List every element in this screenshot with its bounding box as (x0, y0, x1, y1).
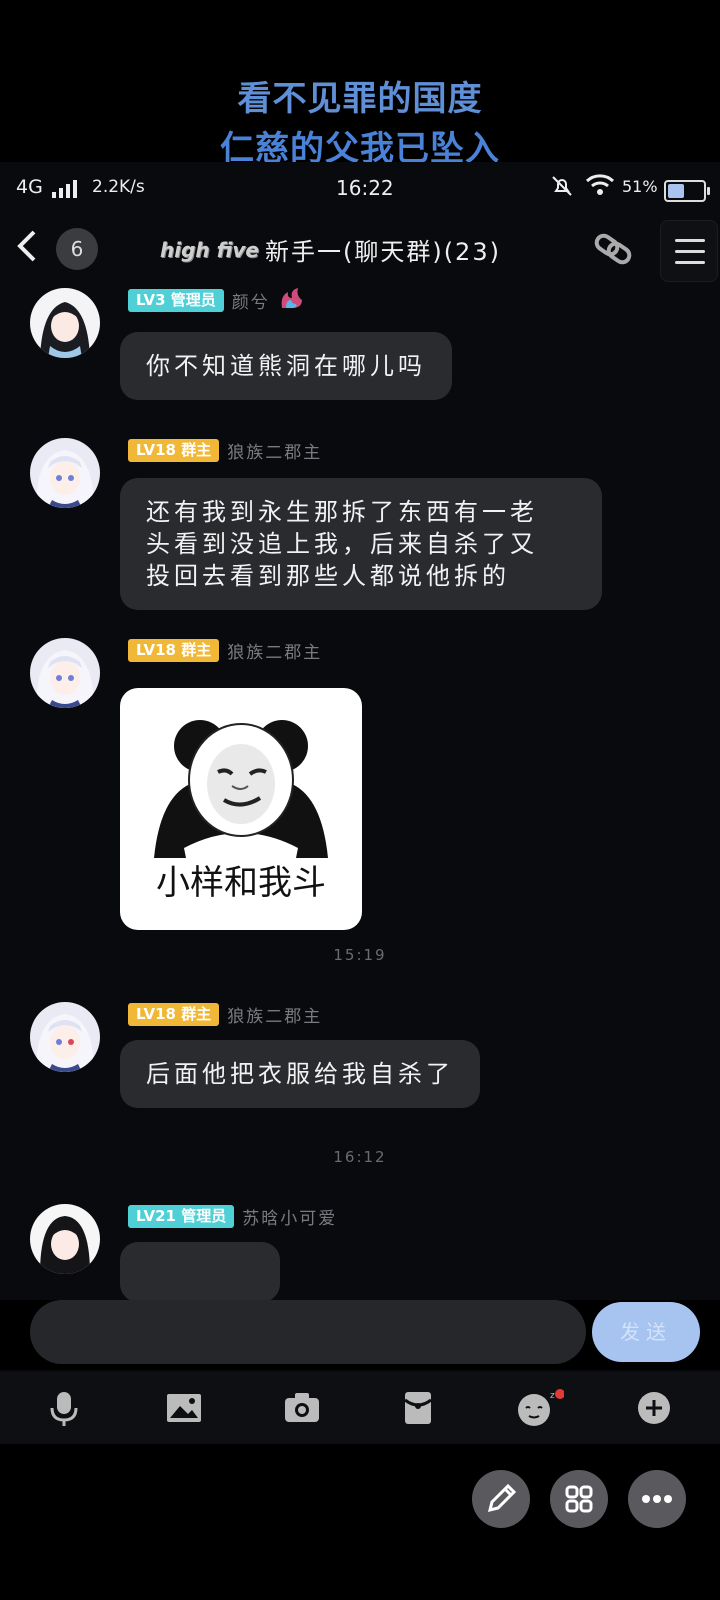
level-badge: LV3 管理员 (128, 288, 224, 312)
group-title: 新手一(聊天群)(23) (264, 238, 501, 266)
sticker-caption: 小样和我斗 (156, 863, 326, 903)
chat-list[interactable]: LV3 管理员 颜兮 你不知道熊洞在哪儿吗 LV18 群主 狼族二郡主 还有我到… (0, 288, 720, 1404)
battery-percent: 51% (622, 177, 658, 196)
avatar[interactable] (30, 638, 100, 708)
level-badge: LV21 管理员 (128, 1204, 235, 1228)
wifi-icon (585, 172, 615, 204)
edit-pencil-icon[interactable] (472, 1470, 530, 1528)
sender-meta: LV18 群主 狼族二郡主 (128, 638, 322, 663)
message-line: 还有我到永生那拆了东西有一老 (146, 498, 538, 526)
hamburger-menu-icon[interactable] (660, 220, 718, 282)
phone-screen: 4G 2.2K/s 16:22 51% 6 high five 新手一(聊天群)… (0, 162, 720, 1444)
panda-face-icon (154, 720, 328, 858)
message-bubble[interactable]: 后面他把衣服给我自杀了 (120, 1040, 480, 1108)
link-icon[interactable] (590, 226, 636, 272)
camera-icon[interactable] (282, 1388, 322, 1428)
avatar[interactable] (30, 1002, 100, 1072)
timestamp: 16:12 (333, 1148, 387, 1166)
image-icon[interactable] (164, 1388, 204, 1428)
message-bubble[interactable]: 你不知道熊洞在哪儿吗 (120, 332, 452, 400)
network-speed: 2.2K/s (92, 177, 145, 197)
battery-icon (664, 180, 710, 202)
svg-text:z: z (550, 1391, 555, 1401)
group-title-area[interactable]: high five 新手一(聊天群)(23) (160, 232, 501, 267)
emoji-icon[interactable]: z (516, 1388, 565, 1428)
sender-meta: LV21 管理员 苏晗小可爱 (128, 1204, 337, 1229)
network-type: 4G (16, 176, 43, 198)
panda-meme-sticker[interactable]: 小样和我斗 (120, 688, 362, 930)
sender-name[interactable]: 狼族二郡主 (227, 1002, 322, 1027)
caption-line-1: 看不见罪的国度 (237, 79, 483, 119)
avatar[interactable] (30, 1204, 100, 1274)
message-line: 投回去看到那些人都说他拆的 (146, 562, 510, 590)
microphone-icon[interactable] (44, 1388, 84, 1428)
chevron-left-icon[interactable] (14, 226, 40, 278)
chat-header: 6 high five 新手一(聊天群)(23) (0, 220, 720, 282)
status-bar: 4G 2.2K/s 16:22 51% (0, 172, 720, 208)
sender-meta: LV18 群主 狼族二郡主 (128, 1002, 322, 1027)
sender-name[interactable]: 狼族二郡主 (227, 438, 322, 463)
level-badge: LV18 群主 (128, 1002, 220, 1026)
unread-count-badge[interactable]: 6 (56, 228, 98, 270)
sender-name[interactable]: 狼族二郡主 (227, 638, 322, 663)
send-button[interactable]: 发送 (592, 1302, 700, 1362)
signal-icon (52, 180, 77, 198)
grid-apps-icon[interactable] (550, 1470, 608, 1528)
message-bubble[interactable]: 还有我到永生那拆了东西有一老 头看到没追上我，后来自杀了又 投回去看到那些人都说… (120, 478, 602, 610)
more-dots-icon[interactable] (628, 1470, 686, 1528)
composer-toolbar: z (0, 1372, 720, 1444)
sender-name[interactable]: 苏晗小可爱 (242, 1204, 337, 1229)
plus-icon[interactable] (634, 1388, 674, 1428)
sender-name[interactable]: 颜兮 (232, 288, 270, 313)
level-badge: LV18 群主 (128, 438, 220, 462)
mute-bell-icon (550, 174, 574, 204)
message-line: 头看到没追上我，后来自杀了又 (146, 530, 538, 558)
avatar[interactable] (30, 288, 100, 358)
composer: 发送 (0, 1300, 720, 1370)
timestamp: 15:19 (333, 946, 387, 964)
group-badge: high five (160, 237, 259, 262)
sender-meta: LV18 群主 狼族二郡主 (128, 438, 322, 463)
sender-meta: LV3 管理员 颜兮 (128, 288, 304, 314)
avatar[interactable] (30, 438, 100, 508)
flame-icon (278, 288, 304, 314)
level-badge: LV18 群主 (128, 638, 220, 662)
message-bubble[interactable] (120, 1242, 280, 1302)
status-time: 16:22 (336, 176, 394, 200)
message-input[interactable] (30, 1300, 586, 1364)
red-packet-icon[interactable] (398, 1388, 438, 1428)
